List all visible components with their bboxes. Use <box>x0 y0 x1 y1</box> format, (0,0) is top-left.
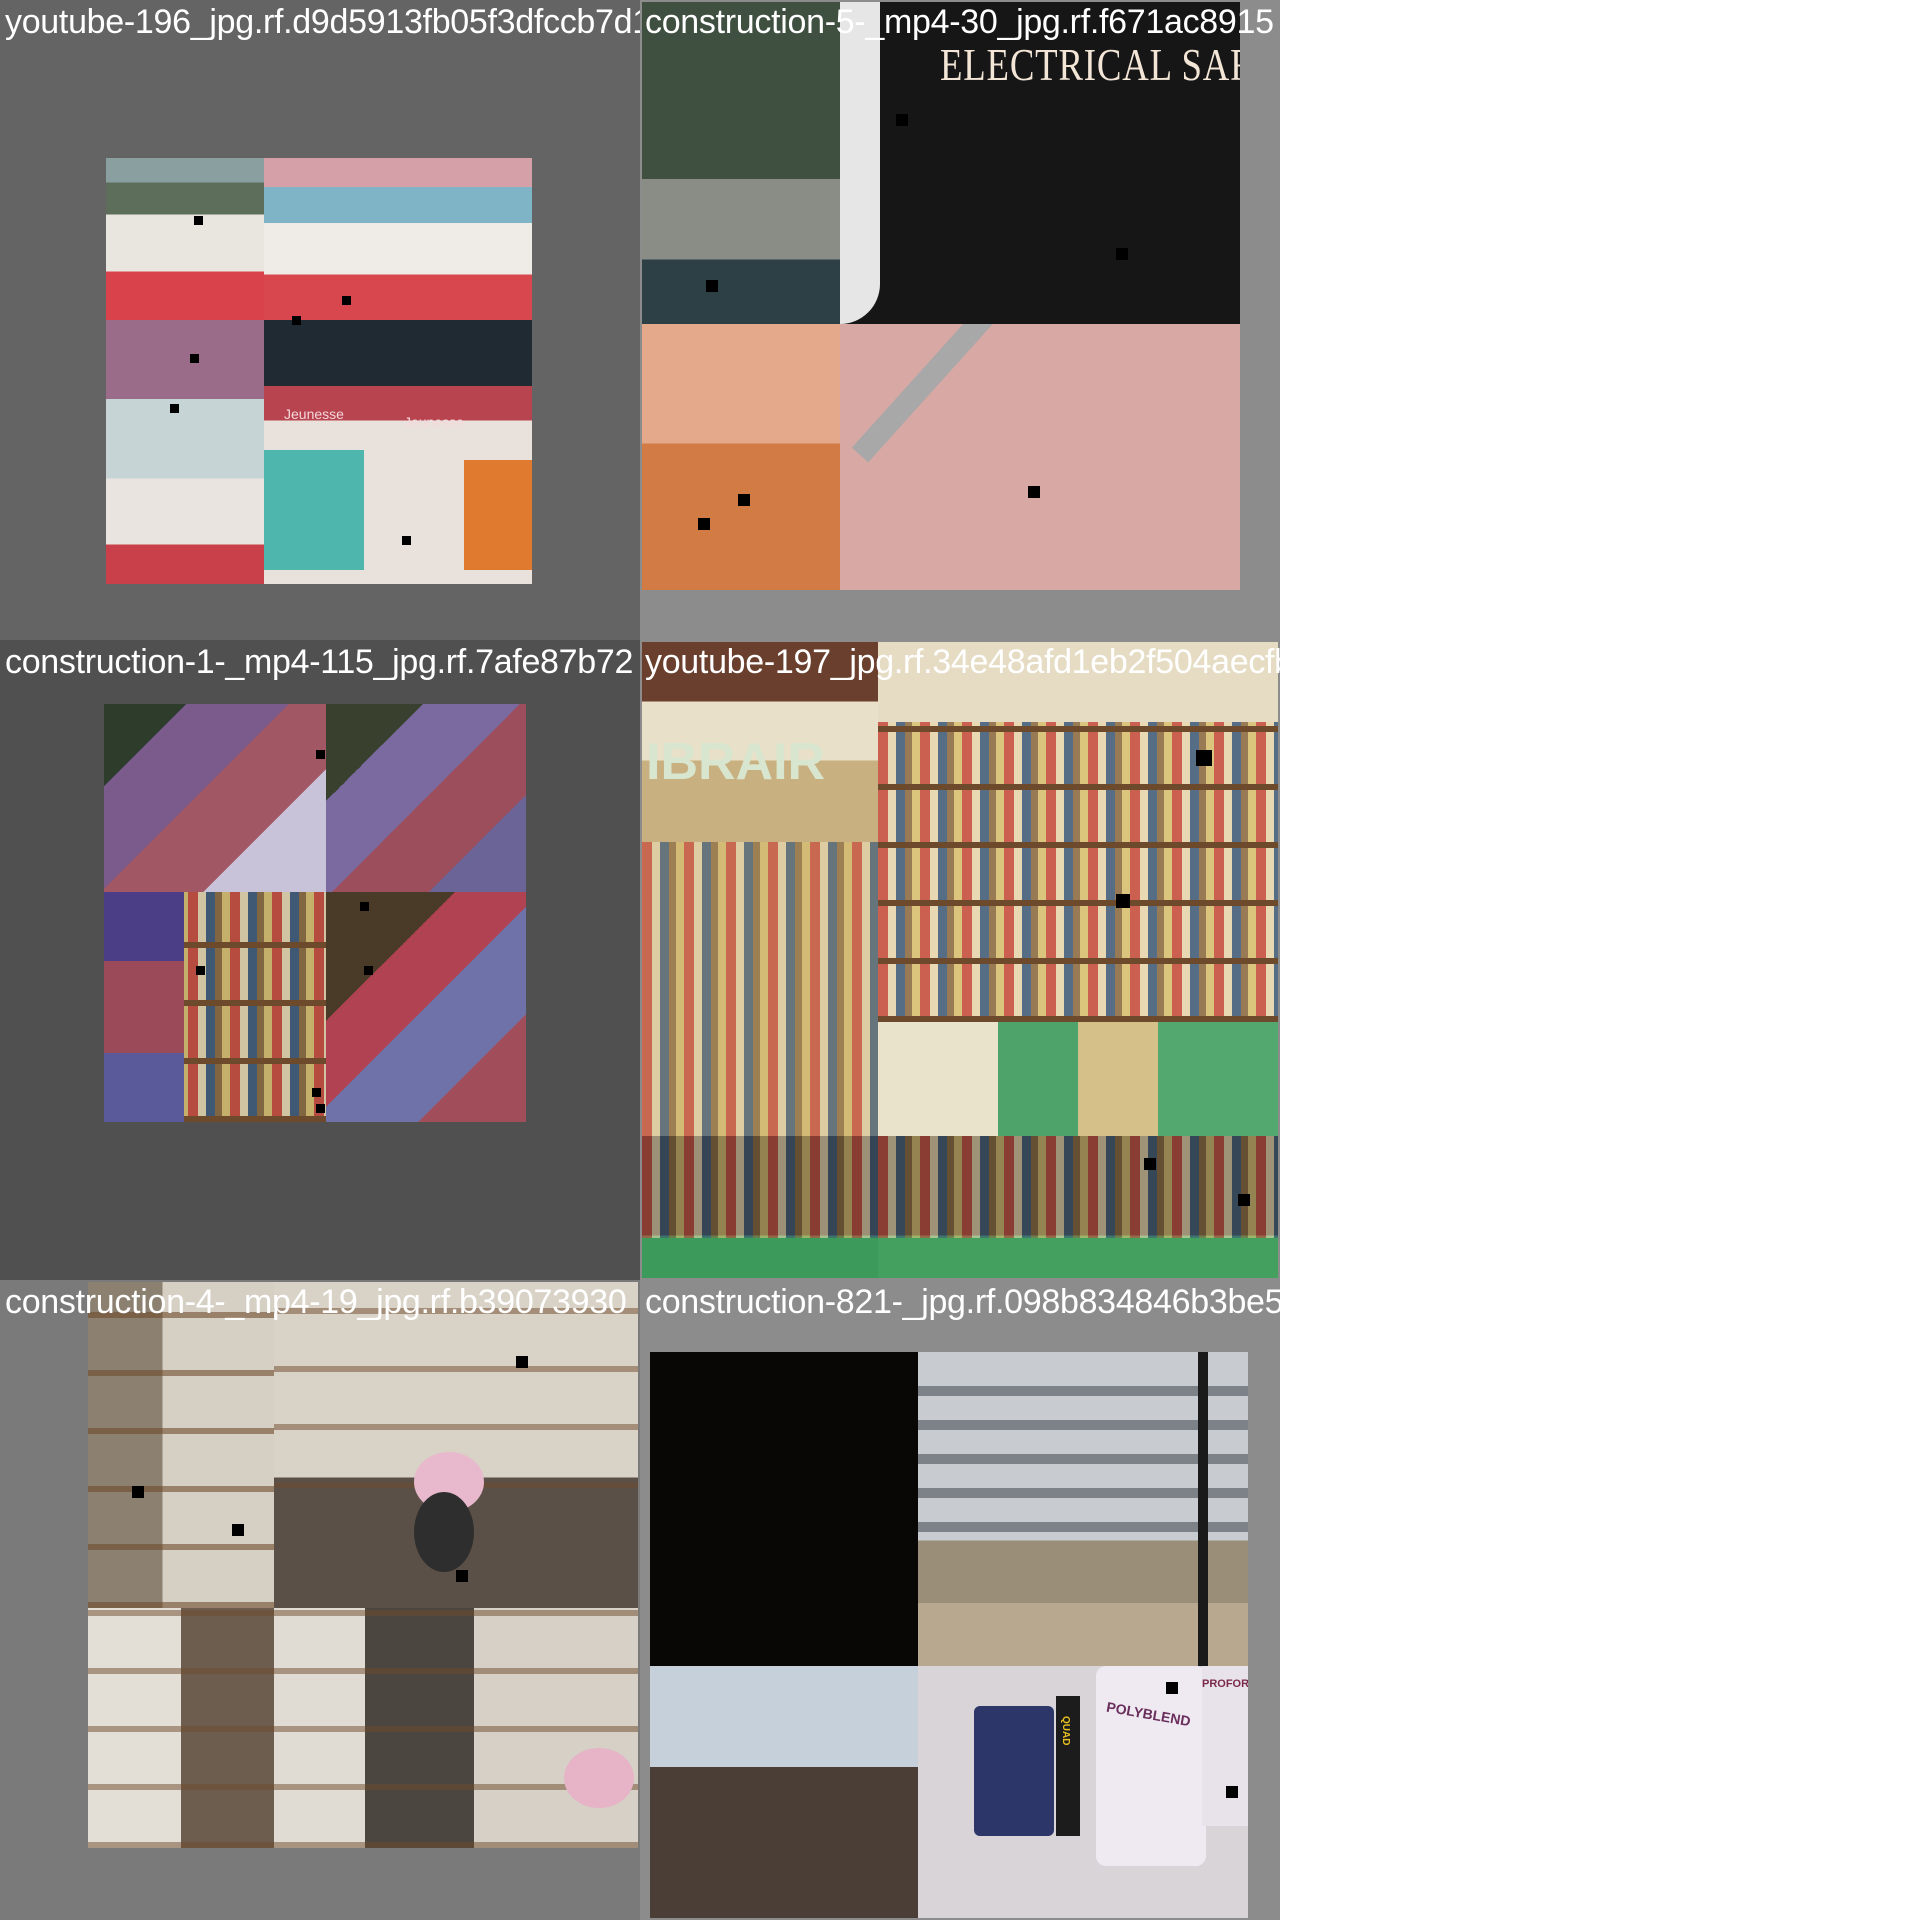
quad-label: QUAD <box>1060 1716 1071 1746</box>
point-marker <box>1144 1158 1156 1170</box>
proform-bag: PROFORM <box>1202 1666 1248 1826</box>
point-marker <box>170 404 179 413</box>
poster <box>264 450 364 570</box>
librairie-sign: IBRAIR <box>646 733 826 791</box>
mosaic-cell-4: IBRAIR youtube-197_jpg.rf.34e48afd1eb2f5… <box>640 640 1280 1280</box>
image-tile <box>264 158 532 320</box>
point-marker <box>316 1104 325 1113</box>
image-tile <box>88 1608 274 1848</box>
fan <box>414 1492 474 1572</box>
mosaic-cell-2: ELECTRICAL SAFETY construction-5-_mp4-30… <box>640 0 1280 640</box>
image-tile <box>88 1282 274 1608</box>
point-marker <box>292 316 301 325</box>
crane <box>1198 1352 1208 1666</box>
point-marker <box>1226 1786 1238 1798</box>
safety-poster <box>840 2 880 324</box>
polyblend-label: POLYBLEND <box>1105 1698 1192 1730</box>
image-tile <box>878 1136 1278 1278</box>
image-filename-label: construction-1-_mp4-115_jpg.rf.7afe87b72 <box>5 643 634 681</box>
image-tile <box>326 704 526 892</box>
mosaic-cell-3: construction-1-_mp4-115_jpg.rf.7afe87b72 <box>0 640 640 1280</box>
quad-tube: QUAD <box>1056 1696 1080 1836</box>
image-tile <box>104 704 326 892</box>
poster <box>464 460 532 570</box>
point-marker <box>312 1088 321 1097</box>
point-marker <box>232 1524 244 1536</box>
flower-pot <box>564 1748 634 1808</box>
mosaic-cell-6: QUAD POLYBLEND PROFORM construction-821-… <box>640 1280 1280 1920</box>
point-marker <box>360 902 369 911</box>
image-tile: IBRAIR <box>642 642 878 1136</box>
mosaic-cell-1: Jeunesse Jeunesse youtube-196_jpg.rf.d9d… <box>0 0 640 640</box>
electrical-safety-sign: ELECTRICAL SAFETY <box>940 39 1240 90</box>
bag <box>104 892 184 1122</box>
point-marker <box>456 1570 468 1582</box>
image-tile <box>642 1136 878 1278</box>
image-tile <box>106 158 264 320</box>
image-tile <box>650 1352 918 1666</box>
point-marker <box>1238 1194 1250 1206</box>
point-marker <box>698 518 710 530</box>
image-tile <box>918 1352 1248 1666</box>
shelf-books <box>878 1022 1278 1136</box>
image-tile: ELECTRICAL SAFETY <box>840 2 1240 324</box>
paint-can <box>974 1706 1054 1836</box>
image-tile <box>274 1282 638 1608</box>
image-filename-label: youtube-196_jpg.rf.d9d5913fb05f3dfccb7d1 <box>5 3 640 41</box>
image-tile <box>878 642 1278 1136</box>
image-tile <box>106 320 264 584</box>
point-marker <box>194 216 203 225</box>
image-filename-label: construction-5-_mp4-30_jpg.rf.f671ac8915 <box>645 3 1274 41</box>
image-tile <box>642 324 840 590</box>
image-filename-label: construction-4-_mp4-19_jpg.rf.b39073930 <box>5 1283 627 1321</box>
point-marker <box>1116 248 1128 260</box>
point-marker <box>196 966 205 975</box>
point-marker <box>896 114 908 126</box>
point-marker <box>132 1486 144 1498</box>
jeunesse-sign: Jeunesse <box>284 406 344 422</box>
mosaic-cell-5: construction-4-_mp4-19_jpg.rf.b39073930 <box>0 1280 640 1920</box>
point-marker <box>1166 1682 1178 1694</box>
proform-label: PROFORM <box>1202 1678 1248 1690</box>
image-tile <box>326 892 526 1122</box>
image-tile <box>274 1608 638 1848</box>
image-tile <box>650 1666 918 1918</box>
point-marker <box>342 296 351 305</box>
point-marker <box>316 750 325 759</box>
point-marker <box>1196 750 1212 766</box>
jeunesse-sign: Jeunesse <box>404 414 464 430</box>
image-filename-label: youtube-197_jpg.rf.34e48afd1eb2f504aecfb <box>645 643 1280 681</box>
point-marker <box>706 280 718 292</box>
point-marker <box>738 494 750 506</box>
point-marker <box>190 354 199 363</box>
point-marker <box>516 1356 528 1368</box>
point-marker <box>1116 894 1130 908</box>
image-tile: QUAD POLYBLEND PROFORM <box>918 1666 1248 1918</box>
point-marker <box>364 966 373 975</box>
point-marker <box>1028 486 1040 498</box>
image-tile <box>642 2 840 324</box>
point-marker <box>402 536 411 545</box>
image-tile <box>840 324 1240 590</box>
grout-bag: POLYBLEND <box>1096 1666 1206 1866</box>
image-filename-label: construction-821-_jpg.rf.098b834846b3be5 <box>645 1283 1280 1321</box>
image-tile <box>104 892 326 1122</box>
scaffold-pipe <box>851 324 1123 463</box>
image-tile: Jeunesse Jeunesse <box>264 320 532 584</box>
